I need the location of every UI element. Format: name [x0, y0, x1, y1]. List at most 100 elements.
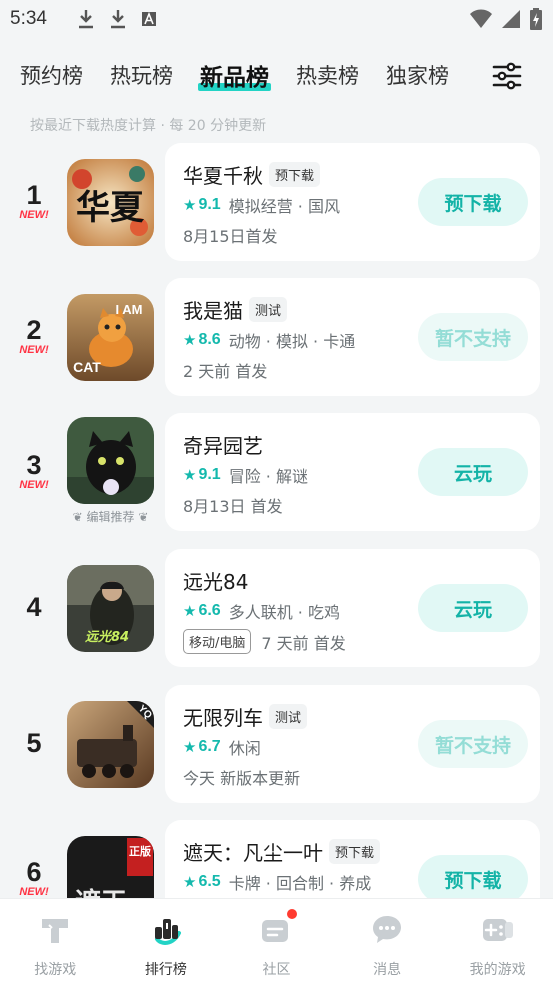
game-icon[interactable]	[67, 417, 154, 504]
new-badge: NEW!	[19, 209, 49, 221]
list-item[interactable]: 4 远光84 远光84 ★ 6.6 多人联机 · 吃鸡 移动/电脑 7 天前 首…	[0, 549, 553, 667]
nav-find-games[interactable]: 找游戏	[0, 899, 111, 984]
game-card[interactable]: 奇异园艺 ★ 9.1 冒险 · 解谜 8月13日 首发 云玩	[165, 413, 540, 531]
tab-hot-sale[interactable]: 热卖榜	[296, 60, 359, 90]
ranking-icon	[154, 919, 181, 945]
laurel-icon: ❦	[72, 510, 83, 524]
rank-tabs: 预约榜 热玩榜 新品榜 热卖榜 独家榜	[0, 52, 553, 98]
game-title: 奇异园艺	[183, 434, 263, 458]
game-card[interactable]: 华夏千秋 预下载 ★ 9.1 模拟经营 · 国风 8月15日首发 预下载	[165, 143, 540, 261]
game-icon[interactable]: 华夏	[67, 159, 154, 246]
new-badge: NEW!	[19, 886, 49, 898]
rank-number: 2	[26, 315, 42, 345]
game-card[interactable]: 我是猫 测试 ★ 8.6 动物 · 模拟 · 卡通 2 天前 首发 暂不支持	[165, 278, 540, 396]
nav-messages[interactable]: 消息	[332, 899, 443, 984]
rank-block: 2 NEW!	[14, 315, 54, 356]
status-time: 5:34	[10, 8, 47, 29]
game-title: 无限列车	[183, 706, 263, 730]
game-genre: 卡牌 · 回合制 · 养成	[228, 874, 372, 893]
download-icon	[78, 10, 93, 29]
nav-label: 社区	[262, 962, 291, 978]
list-item[interactable]: 5 YQ 无限列车 测试 ★ 6.7 休闲 今天 新版本更新 暂不支持	[0, 685, 553, 803]
filter-icon[interactable]	[491, 60, 523, 92]
nav-my-games[interactable]: 我的游戏	[442, 899, 553, 984]
game-score: 6.7	[198, 738, 221, 755]
bottom-navigation: 找游戏 排行榜 社区 消息 我的游戏	[0, 898, 553, 984]
game-score: 9.1	[198, 196, 221, 213]
game-title: 远光84	[183, 570, 249, 594]
tab-hot-play[interactable]: 热玩榜	[110, 60, 173, 90]
star-icon: ★	[183, 602, 197, 620]
list-item[interactable]: 1 NEW! 华夏 华夏千秋 预下载 ★ 9.1 模拟经营 · 国风 8月15日…	[0, 143, 553, 261]
game-card[interactable]: 远光84 ★ 6.6 多人联机 · 吃鸡 移动/电脑 7 天前 首发 云玩	[165, 549, 540, 667]
release-date: 7 天前 首发	[261, 633, 346, 653]
notification-dot	[287, 909, 298, 919]
pre-download-button[interactable]: 预下载	[418, 855, 528, 903]
cloud-play-button[interactable]: 云玩	[418, 584, 528, 632]
game-icon-text: 远光84	[85, 629, 129, 645]
game-score: 6.6	[198, 602, 221, 619]
game-title: 我是猫	[183, 299, 243, 323]
rank-number: 3	[26, 450, 42, 480]
release-info: 8月15日首发	[183, 227, 278, 246]
signal-icon	[502, 10, 520, 28]
cloud-play-button[interactable]: 云玩	[418, 448, 528, 496]
battery-icon	[530, 8, 542, 30]
game-genre: 模拟经营 · 国风	[228, 197, 340, 216]
status-badge: 预下载	[269, 162, 321, 187]
font-icon	[141, 11, 156, 26]
release-info: 今天 新版本更新	[183, 769, 301, 788]
game-score: 8.6	[198, 331, 221, 348]
game-title: 华夏千秋	[183, 164, 263, 188]
download-icon	[110, 10, 125, 29]
game-icon[interactable]: 远光84	[67, 565, 154, 652]
not-supported-button[interactable]: 暂不支持	[418, 313, 528, 361]
game-genre: 冒险 · 解谜	[228, 467, 308, 486]
rank-block: 3 NEW!	[14, 450, 54, 491]
rank-number: 5	[26, 728, 42, 758]
status-bar: 5:34	[0, 0, 553, 38]
status-badge: 测试	[269, 704, 308, 729]
release-info: 2 天前 首发	[183, 362, 268, 381]
nav-label: 排行榜	[144, 962, 187, 978]
tab-exclusive[interactable]: 独家榜	[386, 60, 449, 90]
game-icon-text: I AM	[116, 302, 143, 317]
rank-block: 6 NEW!	[14, 857, 54, 898]
message-icon	[373, 916, 402, 943]
nav-ranking[interactable]: 排行榜	[111, 899, 222, 984]
nav-label: 找游戏	[34, 962, 77, 978]
rank-number: 4	[26, 592, 42, 622]
hammer-icon	[42, 919, 69, 943]
star-icon: ★	[183, 738, 197, 756]
star-icon: ★	[183, 466, 197, 484]
game-score: 9.1	[198, 466, 221, 483]
star-icon: ★	[183, 873, 197, 891]
nav-community[interactable]: 社区	[221, 899, 332, 984]
release-info: 8月13日 首发	[183, 497, 283, 516]
editor-recommend-badge: ❦ 编辑推荐 ❦	[72, 510, 149, 524]
game-score: 6.5	[198, 873, 221, 890]
rank-block: 5	[14, 728, 54, 759]
list-item[interactable]: 2 NEW! I AM CAT 我是猫 测试 ★ 8.6 动物 · 模拟 · 卡…	[0, 278, 553, 396]
rank-number: 1	[26, 180, 42, 210]
platform-badge: 移动/电脑	[183, 629, 252, 654]
game-icon-text: 华夏	[76, 188, 145, 228]
game-icon[interactable]: I AM CAT	[67, 294, 154, 381]
list-item[interactable]: 3 NEW! ❦ 编辑推荐 ❦ 奇异园艺 ★ 9.1 冒险 · 解谜 8月13日…	[0, 413, 553, 531]
nav-label: 我的游戏	[469, 962, 526, 978]
tab-reservation[interactable]: 预约榜	[20, 60, 83, 90]
game-genre: 休闲	[228, 739, 261, 758]
pre-download-button[interactable]: 预下载	[418, 178, 528, 226]
game-icon[interactable]: YQ	[67, 701, 154, 788]
rank-block: 1 NEW!	[14, 180, 54, 221]
gamepad-icon	[482, 919, 513, 941]
star-icon: ★	[183, 331, 197, 349]
tab-new-games[interactable]: 新品榜	[198, 58, 271, 92]
game-card[interactable]: 无限列车 测试 ★ 6.7 休闲 今天 新版本更新 暂不支持	[165, 685, 540, 803]
game-icon-text: CAT	[73, 359, 101, 375]
game-genre: 多人联机 · 吃鸡	[228, 603, 340, 622]
game-title: 遮天：凡尘一叶	[183, 841, 323, 865]
not-supported-button[interactable]: 暂不支持	[418, 720, 528, 768]
new-badge: NEW!	[19, 344, 49, 356]
game-icon-text: 正版	[129, 844, 151, 858]
